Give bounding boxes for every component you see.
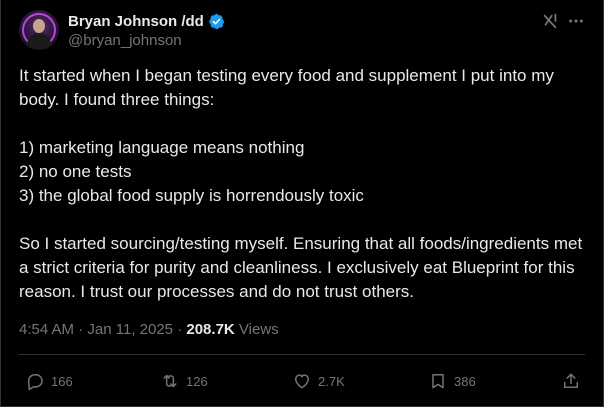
like-count: 2.7K	[318, 373, 345, 389]
post-date[interactable]: Jan 11, 2025	[87, 321, 173, 338]
author-handle[interactable]: @bryan_johnson	[68, 32, 182, 49]
avatar[interactable]	[19, 10, 59, 50]
heart-icon	[295, 374, 309, 389]
share-icon	[564, 373, 578, 388]
post-list-item: 3) the global food supply is horrendousl…	[19, 186, 364, 205]
post-meta: 4:54 AM · Jan 11, 2025 · 208.7K Views	[19, 321, 279, 338]
bookmark-icon	[432, 374, 444, 389]
grok-icon[interactable]	[541, 12, 559, 30]
divider	[19, 354, 585, 355]
reply-count: 166	[51, 373, 73, 389]
post-time[interactable]: 4:54 AM	[19, 321, 74, 338]
post-list-item: 1) marketing language means nothing	[19, 138, 305, 157]
post-text: It started when I began testing every fo…	[19, 64, 589, 304]
bookmark-button[interactable]: 386	[428, 368, 476, 394]
verified-badge-icon	[208, 13, 225, 30]
author-display-name[interactable]: Bryan Johnson /dd	[68, 13, 204, 30]
like-button[interactable]: 2.7K	[292, 368, 345, 394]
bookmark-count: 386	[454, 373, 476, 389]
repost-count: 126	[186, 373, 208, 389]
share-button[interactable]	[561, 368, 581, 394]
reply-icon	[28, 374, 43, 391]
post-list-item: 2) no one tests	[19, 162, 132, 181]
reply-button[interactable]: 166	[25, 368, 73, 394]
views-label: Views	[234, 321, 279, 338]
repost-button[interactable]: 126	[160, 368, 208, 394]
post-paragraph-gap	[19, 112, 589, 136]
action-bar: 166 126 2.7K 386	[1, 368, 604, 394]
avatar-head	[33, 19, 45, 33]
tweet-card: Bryan Johnson /dd @bryan_johnson It star…	[0, 0, 604, 407]
views-count[interactable]: 208.7K	[186, 321, 234, 338]
meta-separator: ·	[173, 321, 187, 338]
author-name-row: Bryan Johnson /dd	[68, 11, 225, 31]
meta-separator: ·	[74, 321, 88, 338]
more-icon[interactable]	[567, 12, 585, 30]
repost-icon	[163, 374, 177, 388]
post-paragraph: So I started sourcing/testing myself. En…	[19, 234, 583, 301]
post-paragraph: It started when I began testing every fo…	[19, 66, 554, 109]
post-paragraph-gap	[19, 208, 589, 232]
